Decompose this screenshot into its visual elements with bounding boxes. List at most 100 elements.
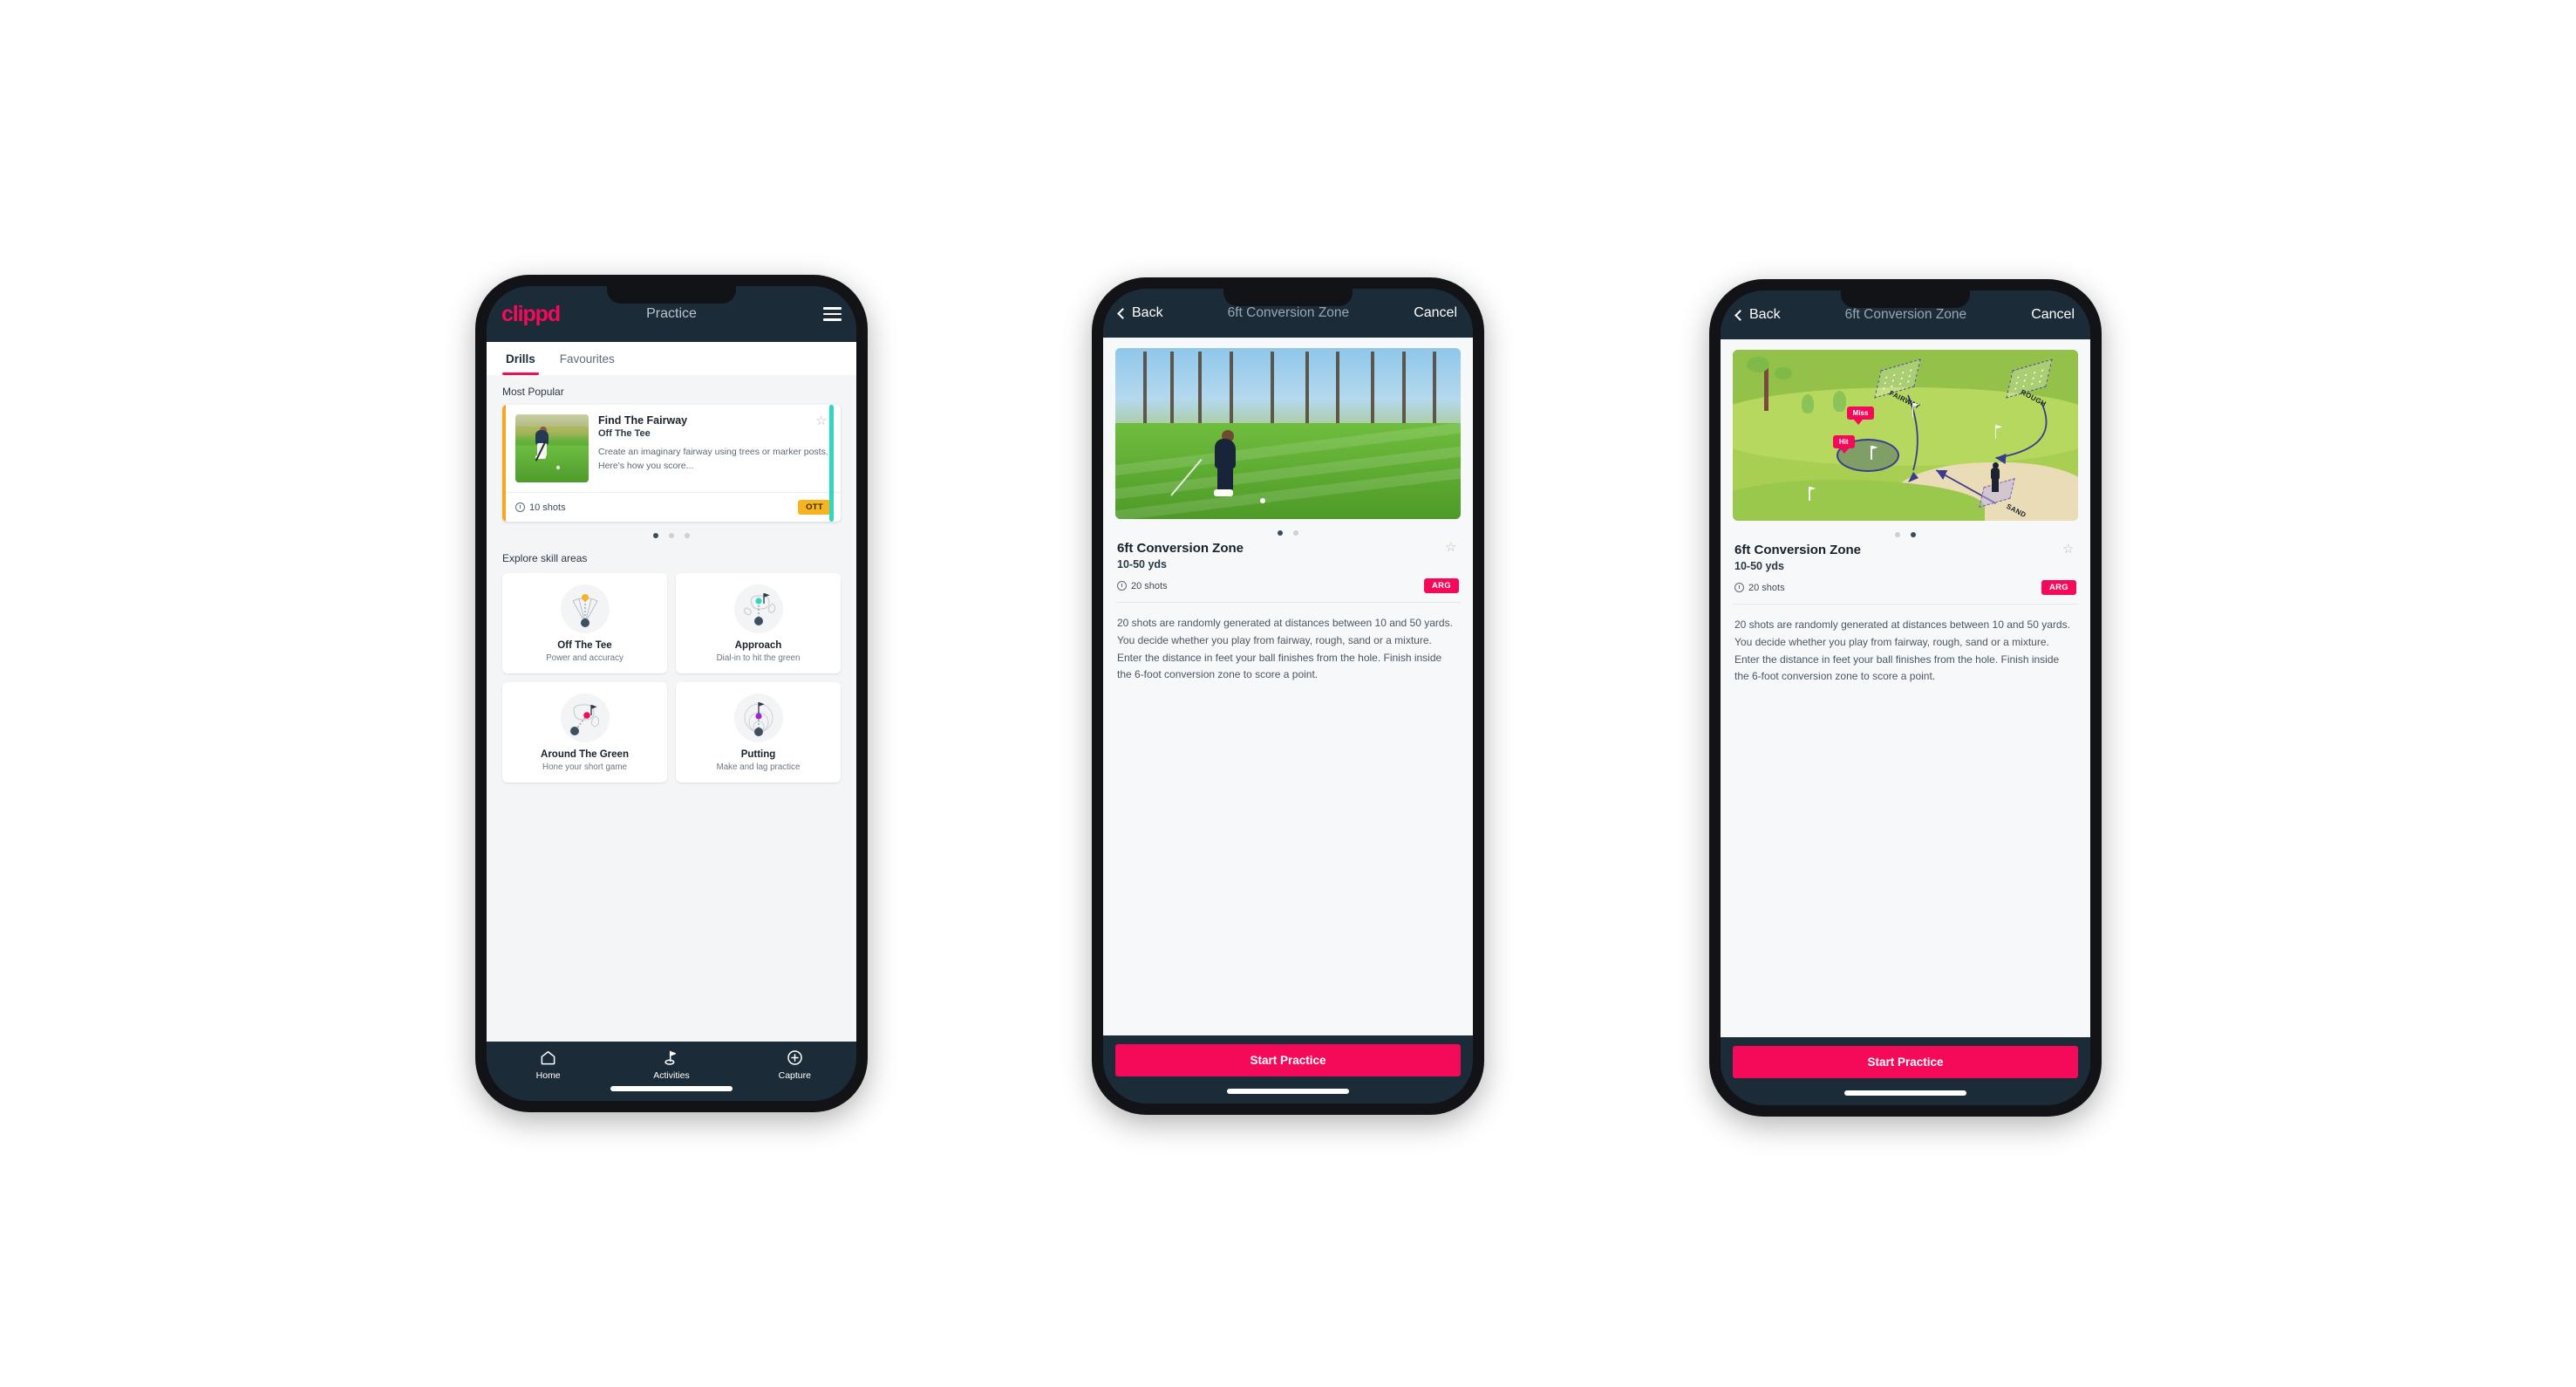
device-notch: [607, 286, 736, 304]
hero-dot[interactable]: [1895, 532, 1900, 537]
chip-green-icon: [560, 694, 610, 742]
clock-icon: [515, 502, 525, 512]
chevron-left-icon: [1734, 309, 1746, 321]
device-notch: [1841, 290, 1970, 308]
tab-label: Home: [535, 1070, 561, 1081]
carousel-dot[interactable]: [653, 533, 658, 538]
skill-desc: Hone your short game: [542, 762, 627, 772]
phone-mockup-practice: clippd Practice Drills Favourites Most P…: [475, 275, 868, 1112]
next-card-peek: [829, 405, 834, 522]
skill-desc: Dial-in to hit the green: [716, 653, 801, 663]
section-most-popular: Most Popular: [502, 386, 564, 398]
hamburger-icon[interactable]: [823, 307, 842, 321]
drill-carousel[interactable]: Find The Fairway Off The Tee ☆ Create an…: [487, 405, 856, 522]
carousel-dot[interactable]: [669, 533, 674, 538]
skill-badge-ott: OTT: [798, 500, 831, 515]
drill-shots: 10 shots: [515, 502, 566, 513]
skill-name: Approach: [734, 640, 782, 651]
cancel-button[interactable]: Cancel: [2031, 307, 2075, 323]
tab-drills[interactable]: Drills: [502, 342, 539, 375]
detail-distance: 10-50 yds: [1734, 560, 1784, 572]
clippd-logo[interactable]: clippd: [501, 303, 561, 325]
skill-desc: Power and accuracy: [546, 653, 624, 663]
flag-icon: [1809, 486, 1810, 501]
home-indicator: [1227, 1089, 1349, 1094]
skill-card-putting[interactable]: Putting Make and lag practice: [676, 682, 841, 782]
flag-icon: [1871, 445, 1872, 460]
shots-label: 10 shots: [529, 502, 566, 513]
skill-card-around-the-green[interactable]: Around The Green Hone your short game: [502, 682, 667, 782]
phone-mockup-drill-detail-illustration: Back 6ft Conversion Zone Cancel FAIRWAY …: [1709, 279, 2102, 1117]
screenshot-canvas: clippd Practice Drills Favourites Most P…: [0, 0, 2576, 1387]
navbar-title: 6ft Conversion Zone: [1844, 307, 1967, 322]
detail-shots: 20 shots: [1117, 581, 1168, 591]
tab-capture[interactable]: Capture: [733, 1049, 855, 1081]
navbar-title: 6ft Conversion Zone: [1227, 305, 1350, 320]
drill-category: Off The Tee: [598, 428, 651, 439]
tab-activities[interactable]: Activities: [610, 1049, 733, 1081]
phone-mockup-drill-detail-photo: Back 6ft Conversion Zone Cancel 6ft Conv…: [1092, 277, 1484, 1115]
cancel-button[interactable]: Cancel: [1414, 305, 1457, 321]
detail-meta: 20 shots ARG: [1115, 571, 1461, 602]
detail-title: 6ft Conversion Zone: [1117, 541, 1244, 556]
star-outline-icon[interactable]: ☆: [815, 414, 829, 427]
detail-distance: 10-50 yds: [1117, 558, 1167, 571]
detail-description: 20 shots are randomly generated at dista…: [1734, 618, 2070, 683]
flag-icon: [1994, 425, 1997, 440]
home-indicator: [1844, 1090, 1966, 1096]
skill-name: Off The Tee: [557, 640, 612, 651]
drill-hero-photo[interactable]: [1115, 348, 1461, 519]
back-button[interactable]: Back: [1734, 307, 1781, 323]
back-label: Back: [1749, 307, 1781, 322]
tab-favourites[interactable]: Favourites: [556, 342, 618, 375]
phone-screen: clippd Practice Drills Favourites Most P…: [487, 286, 856, 1101]
start-practice-button[interactable]: Start Practice: [1733, 1046, 2078, 1078]
flag-icon: [1912, 402, 1914, 417]
hero-dot[interactable]: [1293, 530, 1298, 536]
hero-dots[interactable]: [1733, 521, 2078, 541]
tab-strip: Drills Favourites: [487, 342, 856, 375]
skill-card-approach[interactable]: Approach Dial-in to hit the green: [676, 573, 841, 673]
drill-detail-screen: 6ft Conversion Zone 10-50 yds ☆ 20 shots…: [1103, 338, 1473, 1035]
skill-badge-arg: ARG: [1423, 578, 1459, 593]
skill-desc: Make and lag practice: [716, 762, 801, 772]
tee-fan-icon: [560, 584, 610, 633]
start-practice-button[interactable]: Start Practice: [1115, 1044, 1461, 1076]
drill-description: Create an imaginary fairway using trees …: [598, 447, 828, 472]
section-explore-skill-areas: Explore skill areas: [502, 552, 588, 564]
detail-meta: 20 shots ARG: [1733, 572, 2078, 604]
skill-name: Putting: [740, 749, 776, 760]
phone-screen: Back 6ft Conversion Zone Cancel: [1721, 290, 2090, 1105]
detail-header: 6ft Conversion Zone 10-50 yds ☆: [1115, 539, 1461, 571]
marker-hit: Hit: [1832, 435, 1855, 454]
carousel-dot[interactable]: [685, 533, 690, 538]
bottom-tab-bar: Home Activities Capture: [487, 1042, 856, 1101]
drill-hero-illustration[interactable]: FAIRWAY ROUGH SAND Miss Hit: [1733, 350, 2078, 521]
practice-screen: Drills Favourites Most Popular Find The …: [487, 342, 856, 1042]
marker-miss: Miss: [1846, 406, 1875, 425]
shots-label: 20 shots: [1748, 582, 1785, 593]
carousel-dots[interactable]: [487, 522, 856, 542]
star-outline-icon[interactable]: ☆: [2062, 543, 2076, 556]
drill-thumbnail: [515, 414, 589, 482]
star-outline-icon[interactable]: ☆: [1445, 541, 1459, 554]
hero-dots[interactable]: [1115, 519, 1461, 539]
approach-green-icon: [733, 584, 783, 633]
detail-description: 20 shots are randomly generated at dista…: [1117, 617, 1453, 681]
hero-dot[interactable]: [1911, 532, 1916, 537]
back-button[interactable]: Back: [1117, 305, 1163, 321]
drill-detail-screen: FAIRWAY ROUGH SAND Miss Hit 6ft Conversi…: [1721, 339, 2090, 1037]
tab-label: Activities: [653, 1070, 690, 1081]
phone-screen: Back 6ft Conversion Zone Cancel: [1103, 289, 1473, 1103]
golfer-figure: [1988, 462, 2002, 493]
hero-dot[interactable]: [1278, 530, 1283, 536]
home-icon: [540, 1049, 556, 1066]
back-label: Back: [1132, 305, 1163, 320]
drill-card[interactable]: Find The Fairway Off The Tee ☆ Create an…: [502, 405, 841, 522]
skill-name: Around The Green: [541, 749, 629, 760]
tab-home[interactable]: Home: [487, 1049, 610, 1081]
device-notch: [1223, 289, 1353, 306]
skill-card-off-the-tee[interactable]: Off The Tee Power and accuracy: [502, 573, 667, 673]
golf-flag-icon: [663, 1049, 679, 1066]
chevron-left-icon: [1117, 307, 1128, 319]
